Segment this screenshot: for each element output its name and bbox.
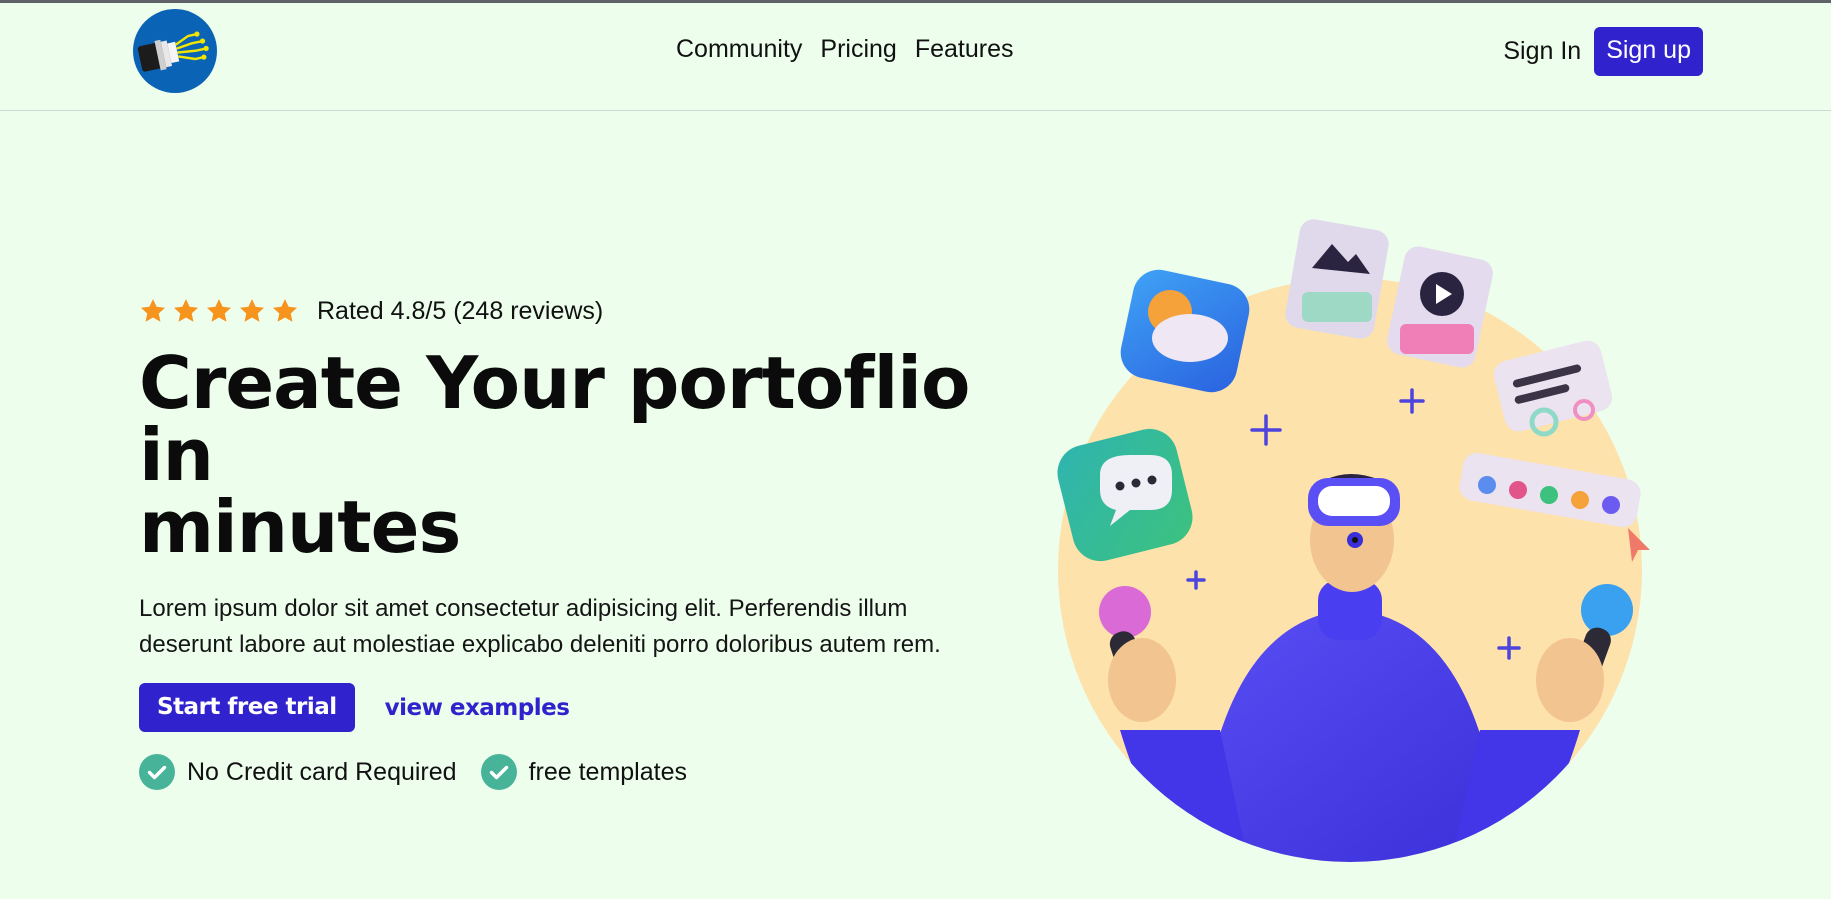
star-icon (173, 299, 199, 322)
star-icon (140, 299, 166, 322)
sign-in-link[interactable]: Sign In (1503, 37, 1581, 66)
feature-list: No Credit card Required free templates (139, 754, 999, 790)
vr-person-illustration (1057, 219, 1650, 862)
feature-label: No Credit card Required (187, 757, 457, 786)
nav-link-features[interactable]: Features (915, 35, 1014, 64)
view-examples-link[interactable]: view examples (385, 695, 570, 721)
rating-row: Rated 4.8/5 (248 reviews) (139, 290, 999, 332)
fiber-optic-logo-icon (133, 9, 217, 93)
hero-illustration (1050, 210, 1650, 870)
main-nav: Community Pricing Features (676, 35, 1014, 64)
feature-item: No Credit card Required (139, 754, 457, 790)
feature-item: free templates (480, 754, 687, 790)
cta-row: Start free trial view examples (139, 683, 999, 732)
page-title: Create Your portoflio in minutes (139, 347, 999, 563)
hero-description: Lorem ipsum dolor sit amet consectetur a… (139, 595, 941, 658)
rating-stars (139, 297, 299, 325)
navbar: Community Pricing Features Sign In Sign … (0, 3, 1831, 111)
rating-text: Rated 4.8/5 (248 reviews) (317, 296, 604, 325)
start-free-trial-button[interactable]: Start free trial (139, 683, 355, 732)
title-line-2: minutes (139, 485, 461, 569)
sign-up-button[interactable]: Sign up (1594, 27, 1703, 76)
hero-section: Rated 4.8/5 (248 reviews) Create Your po… (139, 290, 999, 790)
check-circle-icon (139, 754, 175, 790)
title-line-1: Create Your portoflio in (139, 341, 970, 497)
feature-label: free templates (528, 757, 687, 786)
logo[interactable] (133, 9, 217, 93)
auth-actions: Sign In Sign up (1503, 27, 1703, 76)
star-icon (206, 299, 232, 322)
star-icon (239, 299, 265, 322)
check-circle-icon (480, 754, 517, 790)
star-icon (272, 299, 298, 322)
nav-link-pricing[interactable]: Pricing (820, 35, 896, 64)
nav-link-community[interactable]: Community (676, 35, 802, 64)
